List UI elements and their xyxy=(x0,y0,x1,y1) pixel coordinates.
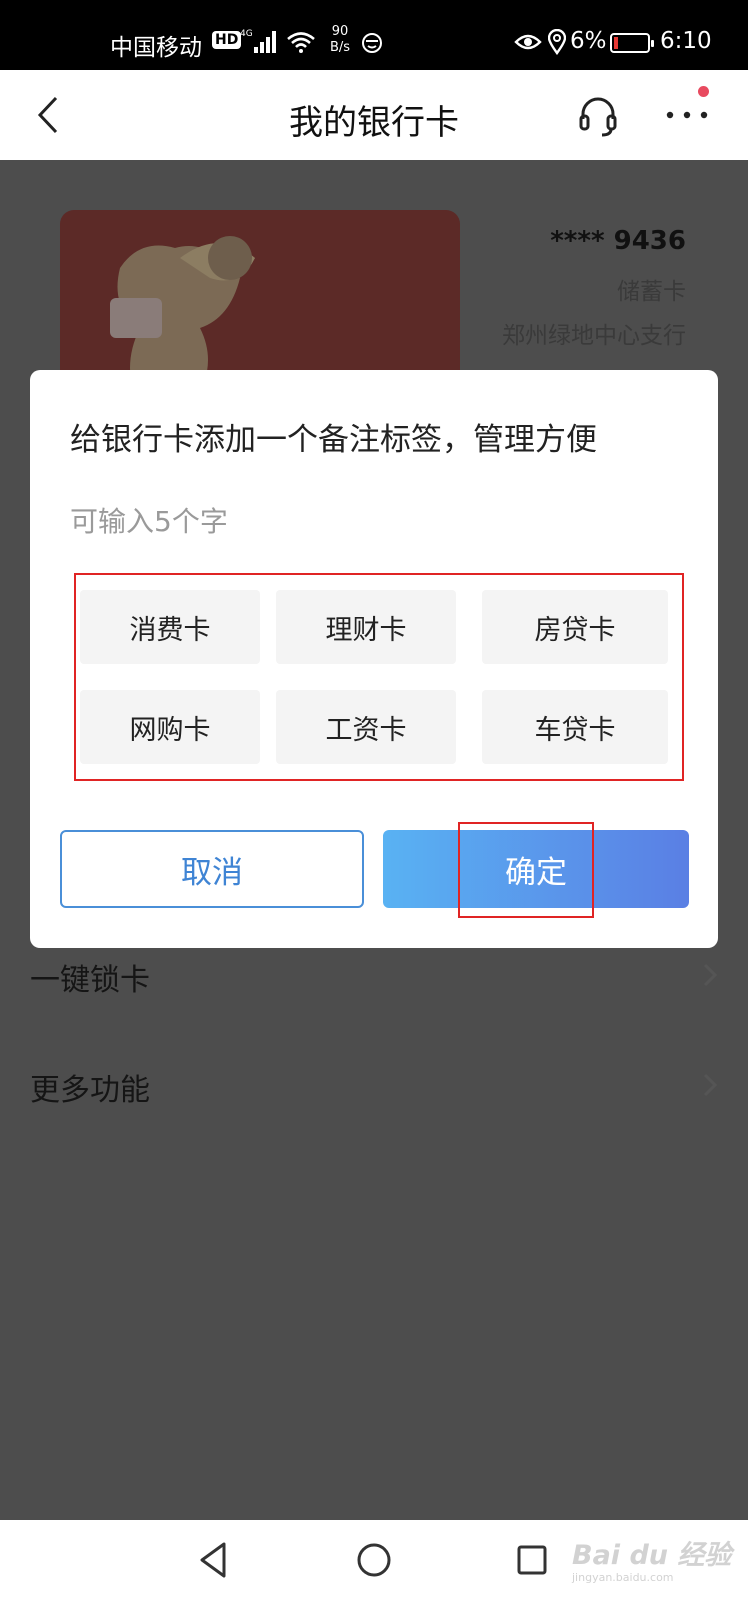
chevron-right-icon xyxy=(703,1073,718,1097)
network-type: 4G xyxy=(240,29,253,39)
system-home-icon[interactable] xyxy=(356,1542,392,1578)
notification-dot xyxy=(698,86,709,97)
dialog-title: 给银行卡添加一个备注标签，管理方便 xyxy=(70,422,597,458)
menu-item-label: 更多功能 xyxy=(30,1073,150,1108)
speed-unit: B/s xyxy=(329,40,351,55)
menu-item-lock-card[interactable]: 一键锁卡 xyxy=(30,945,720,1005)
eye-comfort-icon xyxy=(514,34,542,50)
wifi-icon xyxy=(287,32,315,53)
more-options-icon[interactable] xyxy=(664,100,710,130)
network-speed: 90 B/s xyxy=(325,24,355,56)
cancel-button[interactable]: 取消 xyxy=(60,830,364,908)
chevron-right-icon xyxy=(703,963,718,987)
tag-option[interactable]: 工资卡 xyxy=(276,690,456,764)
menu-item-more-functions[interactable]: 更多功能 xyxy=(30,1055,720,1115)
notification-app-icon xyxy=(362,33,382,53)
battery-percent: 6% xyxy=(570,28,607,54)
card-label-dialog: 给银行卡添加一个备注标签，管理方便 可输入5个字 消费卡 理财卡 房贷卡 网购卡… xyxy=(30,370,718,948)
card-type: 储蓄卡 xyxy=(617,279,686,305)
card-chip xyxy=(110,298,162,338)
menu-item-label: 一键锁卡 xyxy=(30,963,150,998)
customer-service-headset-icon[interactable] xyxy=(578,95,618,137)
system-recent-apps-icon[interactable] xyxy=(516,1544,548,1576)
carrier-name: 中国移动 xyxy=(110,35,202,61)
tag-option[interactable]: 网购卡 xyxy=(80,690,260,764)
battery-level xyxy=(614,37,618,49)
clock: 6:10 xyxy=(660,28,712,54)
watermark-text: Bai du 经验 xyxy=(572,1540,732,1571)
tag-option[interactable]: 房贷卡 xyxy=(482,590,668,664)
baidu-jingyan-watermark: Bai du 经验 jingyan.baidu.com xyxy=(572,1533,732,1587)
watermark-url: jingyan.baidu.com xyxy=(572,1571,674,1584)
dialog-hint: 可输入5个字 xyxy=(70,505,228,538)
signal-icon: 4G xyxy=(240,29,276,53)
status-bar: 中国移动 HD 4G 90 B/s 6% 6:10 xyxy=(0,0,748,70)
hd-badge: HD xyxy=(212,31,242,49)
card-number: **** 9436 xyxy=(550,226,686,256)
page-title: 我的银行卡 xyxy=(289,103,459,143)
card-branch: 郑州绿地中心支行 xyxy=(502,323,686,349)
tag-option[interactable]: 消费卡 xyxy=(80,590,260,664)
speed-value: 90 xyxy=(331,24,349,39)
nav-bar: 我的银行卡 xyxy=(0,70,748,160)
location-icon xyxy=(548,29,566,55)
tag-option[interactable]: 理财卡 xyxy=(276,590,456,664)
system-back-icon[interactable] xyxy=(196,1540,230,1580)
battery-icon xyxy=(610,33,654,53)
confirm-button-highlight xyxy=(458,822,594,918)
tag-option[interactable]: 车贷卡 xyxy=(482,690,668,764)
